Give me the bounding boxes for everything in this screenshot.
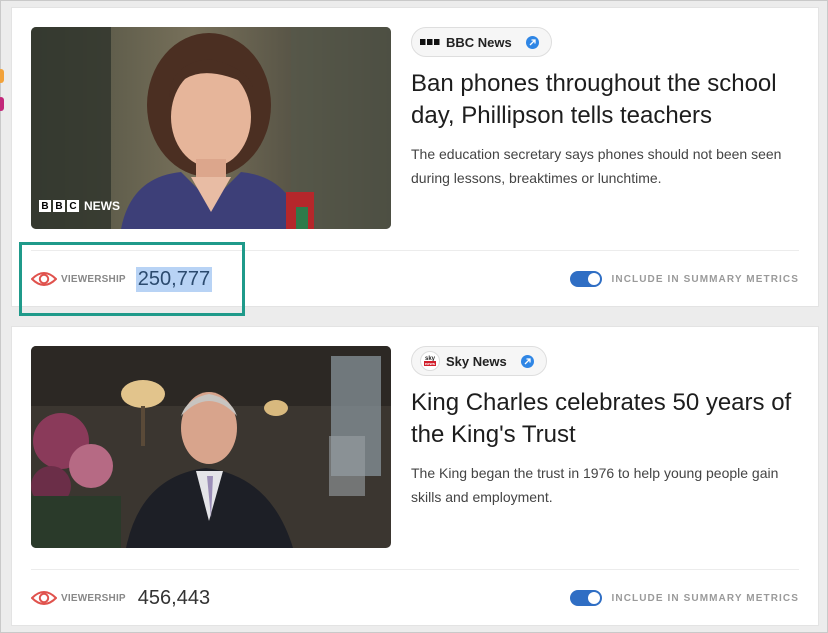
viewership-metric: VIEWERSHIP 250,777	[31, 264, 213, 294]
external-link-icon	[525, 35, 539, 49]
source-link-sky[interactable]: sky news Sky News	[411, 346, 547, 376]
eye-icon	[31, 589, 57, 607]
viewership-metric: VIEWERSHIP 456,443	[31, 583, 212, 613]
summary-metrics-toggle-row: INCLUDE IN SUMMARY METRICS	[569, 264, 800, 294]
source-link-bbc[interactable]: BBC News	[411, 27, 552, 57]
bbc-block: B	[53, 200, 65, 212]
bbc-block: B	[39, 200, 51, 212]
eye-icon	[31, 270, 57, 288]
viewership-label: VIEWERSHIP	[61, 273, 126, 285]
card-divider	[31, 250, 799, 251]
bbc-news-word: NEWS	[84, 199, 120, 213]
external-link-icon	[520, 354, 534, 368]
article-summary: The education secretary says phones shou…	[411, 146, 782, 186]
include-summary-toggle[interactable]	[569, 590, 602, 606]
source-name: Sky News	[446, 353, 507, 369]
bbc-logo-icon	[420, 38, 440, 46]
sky-logo-text-bottom: news	[425, 361, 436, 366]
article-thumbnail[interactable]: B B C NEWS	[31, 27, 391, 229]
article-card: B B C NEWS BBC News Ban phones throughou…	[11, 7, 819, 307]
bbc-block: C	[67, 200, 79, 212]
toggle-label: INCLUDE IN SUMMARY METRICS	[611, 273, 799, 285]
source-name: BBC News	[446, 34, 512, 50]
side-indicator-orange	[0, 69, 4, 83]
article-summary: The King began the trust in 1976 to help…	[411, 465, 779, 505]
article-headline[interactable]: King Charles celebrates 50 years of the …	[411, 387, 806, 451]
card-divider	[31, 569, 799, 570]
summary-metrics-toggle-row: INCLUDE IN SUMMARY METRICS	[569, 583, 800, 613]
toggle-label: INCLUDE IN SUMMARY METRICS	[611, 592, 799, 604]
article-headline[interactable]: Ban phones throughout the school day, Ph…	[411, 68, 806, 132]
viewership-value: 456,443	[137, 586, 211, 609]
thumbnail-image	[31, 346, 391, 548]
side-indicator-magenta	[0, 97, 4, 111]
bbc-news-watermark: B B C NEWS	[39, 199, 120, 213]
article-card: sky news Sky News King Charles celebrate…	[11, 326, 819, 626]
viewership-label: VIEWERSHIP	[61, 592, 126, 604]
include-summary-toggle[interactable]	[569, 271, 602, 287]
viewership-value: 250,777	[135, 266, 213, 292]
article-thumbnail[interactable]	[31, 346, 391, 548]
sky-news-logo-icon: sky news	[420, 351, 440, 371]
